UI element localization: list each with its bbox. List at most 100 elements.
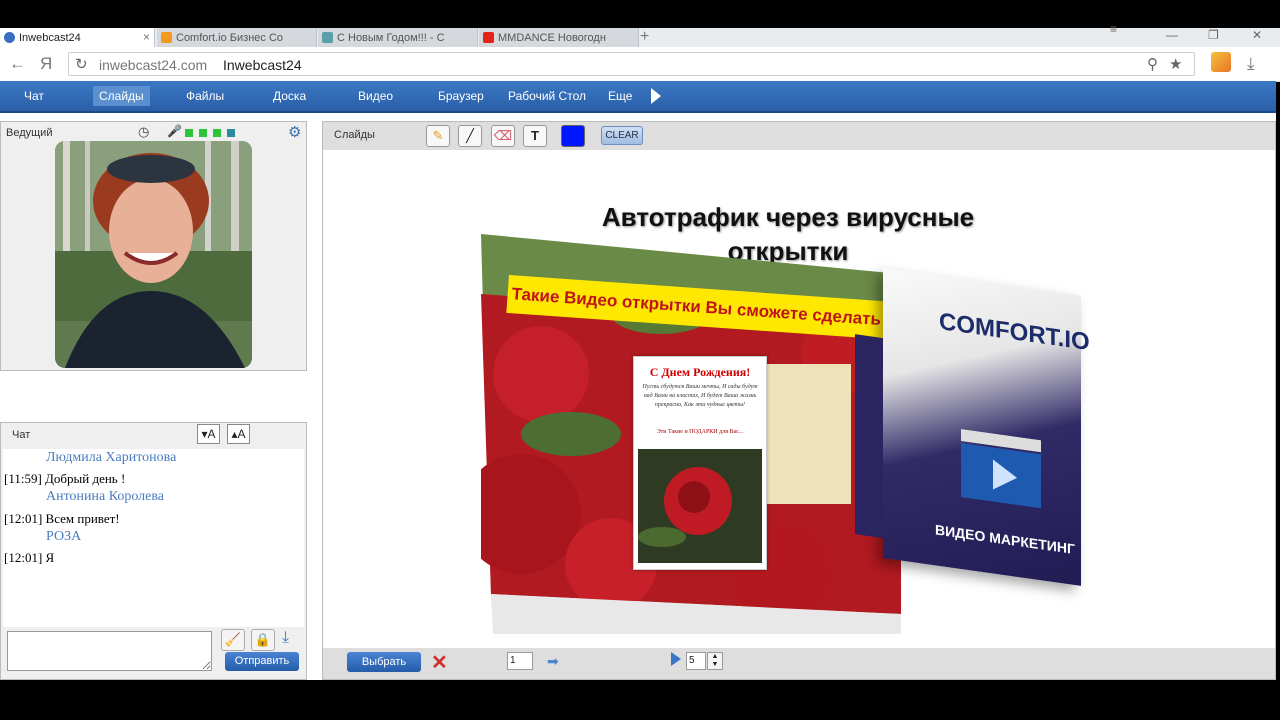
browser-tab-bar: Inwebcast24 × Comfort.io Бизнес Со С Нов…: [0, 22, 1280, 47]
app-nav-bar: Чат Слайды Файлы Доска Видео Браузер Раб…: [0, 81, 1276, 113]
chat-panel: Чат ▾A ▴A Людмила Харитонова [11:59] Доб…: [0, 422, 307, 680]
nav-next-arrow-icon[interactable]: [651, 88, 661, 104]
greeting-card: С Днем Рождения! Пусть сбудутся Ваши меч…: [633, 356, 767, 570]
tab-label: MMDANCE Новогодн: [498, 31, 606, 44]
rose-photo: [638, 449, 762, 563]
settings-gear-icon[interactable]: ⚙: [288, 123, 301, 141]
play-icon[interactable]: [671, 652, 681, 666]
slides-label: Слайды: [334, 129, 375, 141]
select-slides-button[interactable]: Выбрать: [347, 652, 421, 672]
font-increase-button[interactable]: ▴A: [227, 424, 250, 444]
bookmark-star-icon[interactable]: ★: [1169, 55, 1182, 73]
chat-text: Я: [45, 550, 55, 565]
color-picker-swatch[interactable]: [561, 125, 585, 147]
product-box: COMFORT.IO ВИДЕО МАРКЕТИНГ: [855, 268, 1090, 586]
chat-message: [12:01] Всем привет!: [4, 511, 120, 527]
download-icon[interactable]: ⤓: [1247, 54, 1255, 74]
product-logo: COMFORT.IO: [939, 307, 1090, 357]
globe-icon: [4, 32, 15, 43]
restore-icon[interactable]: ❐: [1208, 28, 1219, 42]
url-field[interactable]: ↻ inwebcast24.com Inwebcast24 ⚲ ★: [68, 52, 1195, 76]
microphone-icon: 🎤: [167, 124, 182, 138]
page-number-field[interactable]: 1: [507, 652, 533, 670]
chat-time: [12:01]: [4, 511, 43, 526]
clock-icon: ◷: [138, 124, 150, 139]
chat-input[interactable]: [7, 631, 212, 671]
chat-author: Людмила Харитонова: [46, 450, 177, 465]
text-tool-icon[interactable]: T: [523, 125, 547, 147]
chat-author: РОЗА: [46, 529, 82, 544]
url-host: inwebcast24.com: [99, 57, 208, 73]
card-title: С Днем Рождения!: [649, 365, 751, 379]
slide-canvas[interactable]: Автотрафик через вирусные открытки Такие…: [323, 150, 1275, 648]
site-favicon-icon: [322, 32, 333, 43]
nav-board[interactable]: Доска: [273, 89, 306, 103]
search-icon[interactable]: ⚲: [1147, 55, 1158, 73]
chat-time: [12:01]: [4, 550, 43, 565]
chat-text: Добрый день !: [45, 471, 126, 486]
close-tab-icon[interactable]: ×: [143, 30, 150, 44]
chat-label: Чат: [12, 429, 31, 441]
nav-slides[interactable]: Слайды: [93, 86, 150, 106]
delete-icon[interactable]: ✕: [431, 650, 448, 675]
nav-more[interactable]: Еще: [608, 89, 632, 103]
clear-button[interactable]: CLEAR: [601, 126, 643, 145]
tab-inwebcast24[interactable]: Inwebcast24 ×: [0, 28, 155, 47]
minimize-icon[interactable]: —: [1166, 28, 1178, 42]
eraser-tool-icon[interactable]: ⌫: [491, 125, 515, 147]
extension-icon[interactable]: [1211, 52, 1231, 72]
send-button[interactable]: Отправить: [225, 652, 299, 671]
chat-text: Всем привет!: [45, 511, 120, 526]
card-footer: Эти Такие и ПОДАРКИ для Вас...: [656, 429, 744, 435]
address-bar-row: ← Я ↻ inwebcast24.com Inwebcast24 ⚲ ★ ⤓: [0, 47, 1280, 82]
new-tab-button[interactable]: +: [640, 28, 649, 45]
host-label: Ведущий: [6, 127, 53, 139]
clear-chat-broom-icon[interactable]: 🧹: [221, 629, 245, 651]
slides-panel: Слайды ✎ ╱ ⌫ T CLEAR Автотрафик через ви…: [322, 121, 1276, 680]
tab-new-year[interactable]: С Новым Годом!!! - С: [318, 28, 478, 47]
interval-field[interactable]: 5: [686, 652, 706, 670]
nav-desktop[interactable]: Рабочий Стол: [508, 89, 586, 103]
status-indicator: [213, 129, 221, 137]
status-indicator: [199, 129, 207, 137]
back-button[interactable]: ←: [9, 54, 26, 74]
nav-chat[interactable]: Чат: [24, 89, 44, 103]
product-title: ВИДЕО МАРКЕТИНГ: [935, 521, 1075, 558]
chat-message: [11:59] Добрый день !: [4, 471, 125, 487]
font-decrease-button[interactable]: ▾A: [197, 424, 220, 444]
chat-log[interactable]: Людмила Харитонова [11:59] Добрый день !…: [3, 449, 304, 627]
chat-author: Антонина Королева: [46, 489, 165, 504]
lock-icon[interactable]: 🔒: [251, 629, 275, 651]
comfort-favicon-icon: [161, 32, 172, 43]
host-video: [55, 141, 252, 368]
tab-label: Comfort.io Бизнес Со: [176, 31, 284, 44]
go-arrow-icon[interactable]: ➡: [547, 653, 559, 670]
interval-stepper[interactable]: ▲ ▼: [707, 652, 723, 670]
tab-label: С Новым Годом!!! - С: [337, 31, 445, 44]
slide-title-line: Автотрафик через вирусные: [601, 202, 975, 232]
nav-browser[interactable]: Браузер: [438, 89, 484, 103]
url-page-title: Inwebcast24: [223, 57, 302, 73]
chat-message: [12:01] Я: [4, 550, 54, 566]
video-clapper-icon: [961, 429, 1041, 509]
status-indicator: [185, 129, 193, 137]
chat-time: [11:59]: [4, 471, 42, 486]
reload-icon[interactable]: ↻: [75, 55, 88, 73]
product-box-side: [855, 334, 883, 539]
nav-video[interactable]: Видео: [358, 89, 393, 103]
yandex-button[interactable]: Я: [40, 54, 52, 74]
tab-comfort[interactable]: Comfort.io Бизнес Со: [157, 28, 317, 47]
download-chat-icon[interactable]: ⤓: [282, 629, 289, 647]
host-portrait: [55, 141, 252, 368]
pencil-tool-icon[interactable]: ✎: [426, 125, 450, 147]
tab-label: Inwebcast24: [19, 31, 81, 44]
menu-icon[interactable]: ≡: [1110, 22, 1117, 36]
close-window-icon[interactable]: ✕: [1252, 28, 1262, 42]
tab-mmdance[interactable]: MMDANCE Новогодн: [479, 28, 639, 47]
youtube-favicon-icon: [483, 32, 494, 43]
slides-toolbar: Слайды ✎ ╱ ⌫ T CLEAR: [323, 122, 1275, 150]
status-indicator: [227, 129, 235, 137]
slides-bottom-bar: Выбрать ✕ 1 ➡ 5 ▲ ▼: [323, 648, 1275, 679]
nav-files[interactable]: Файлы: [186, 89, 224, 103]
line-tool-icon[interactable]: ╱: [458, 125, 482, 147]
